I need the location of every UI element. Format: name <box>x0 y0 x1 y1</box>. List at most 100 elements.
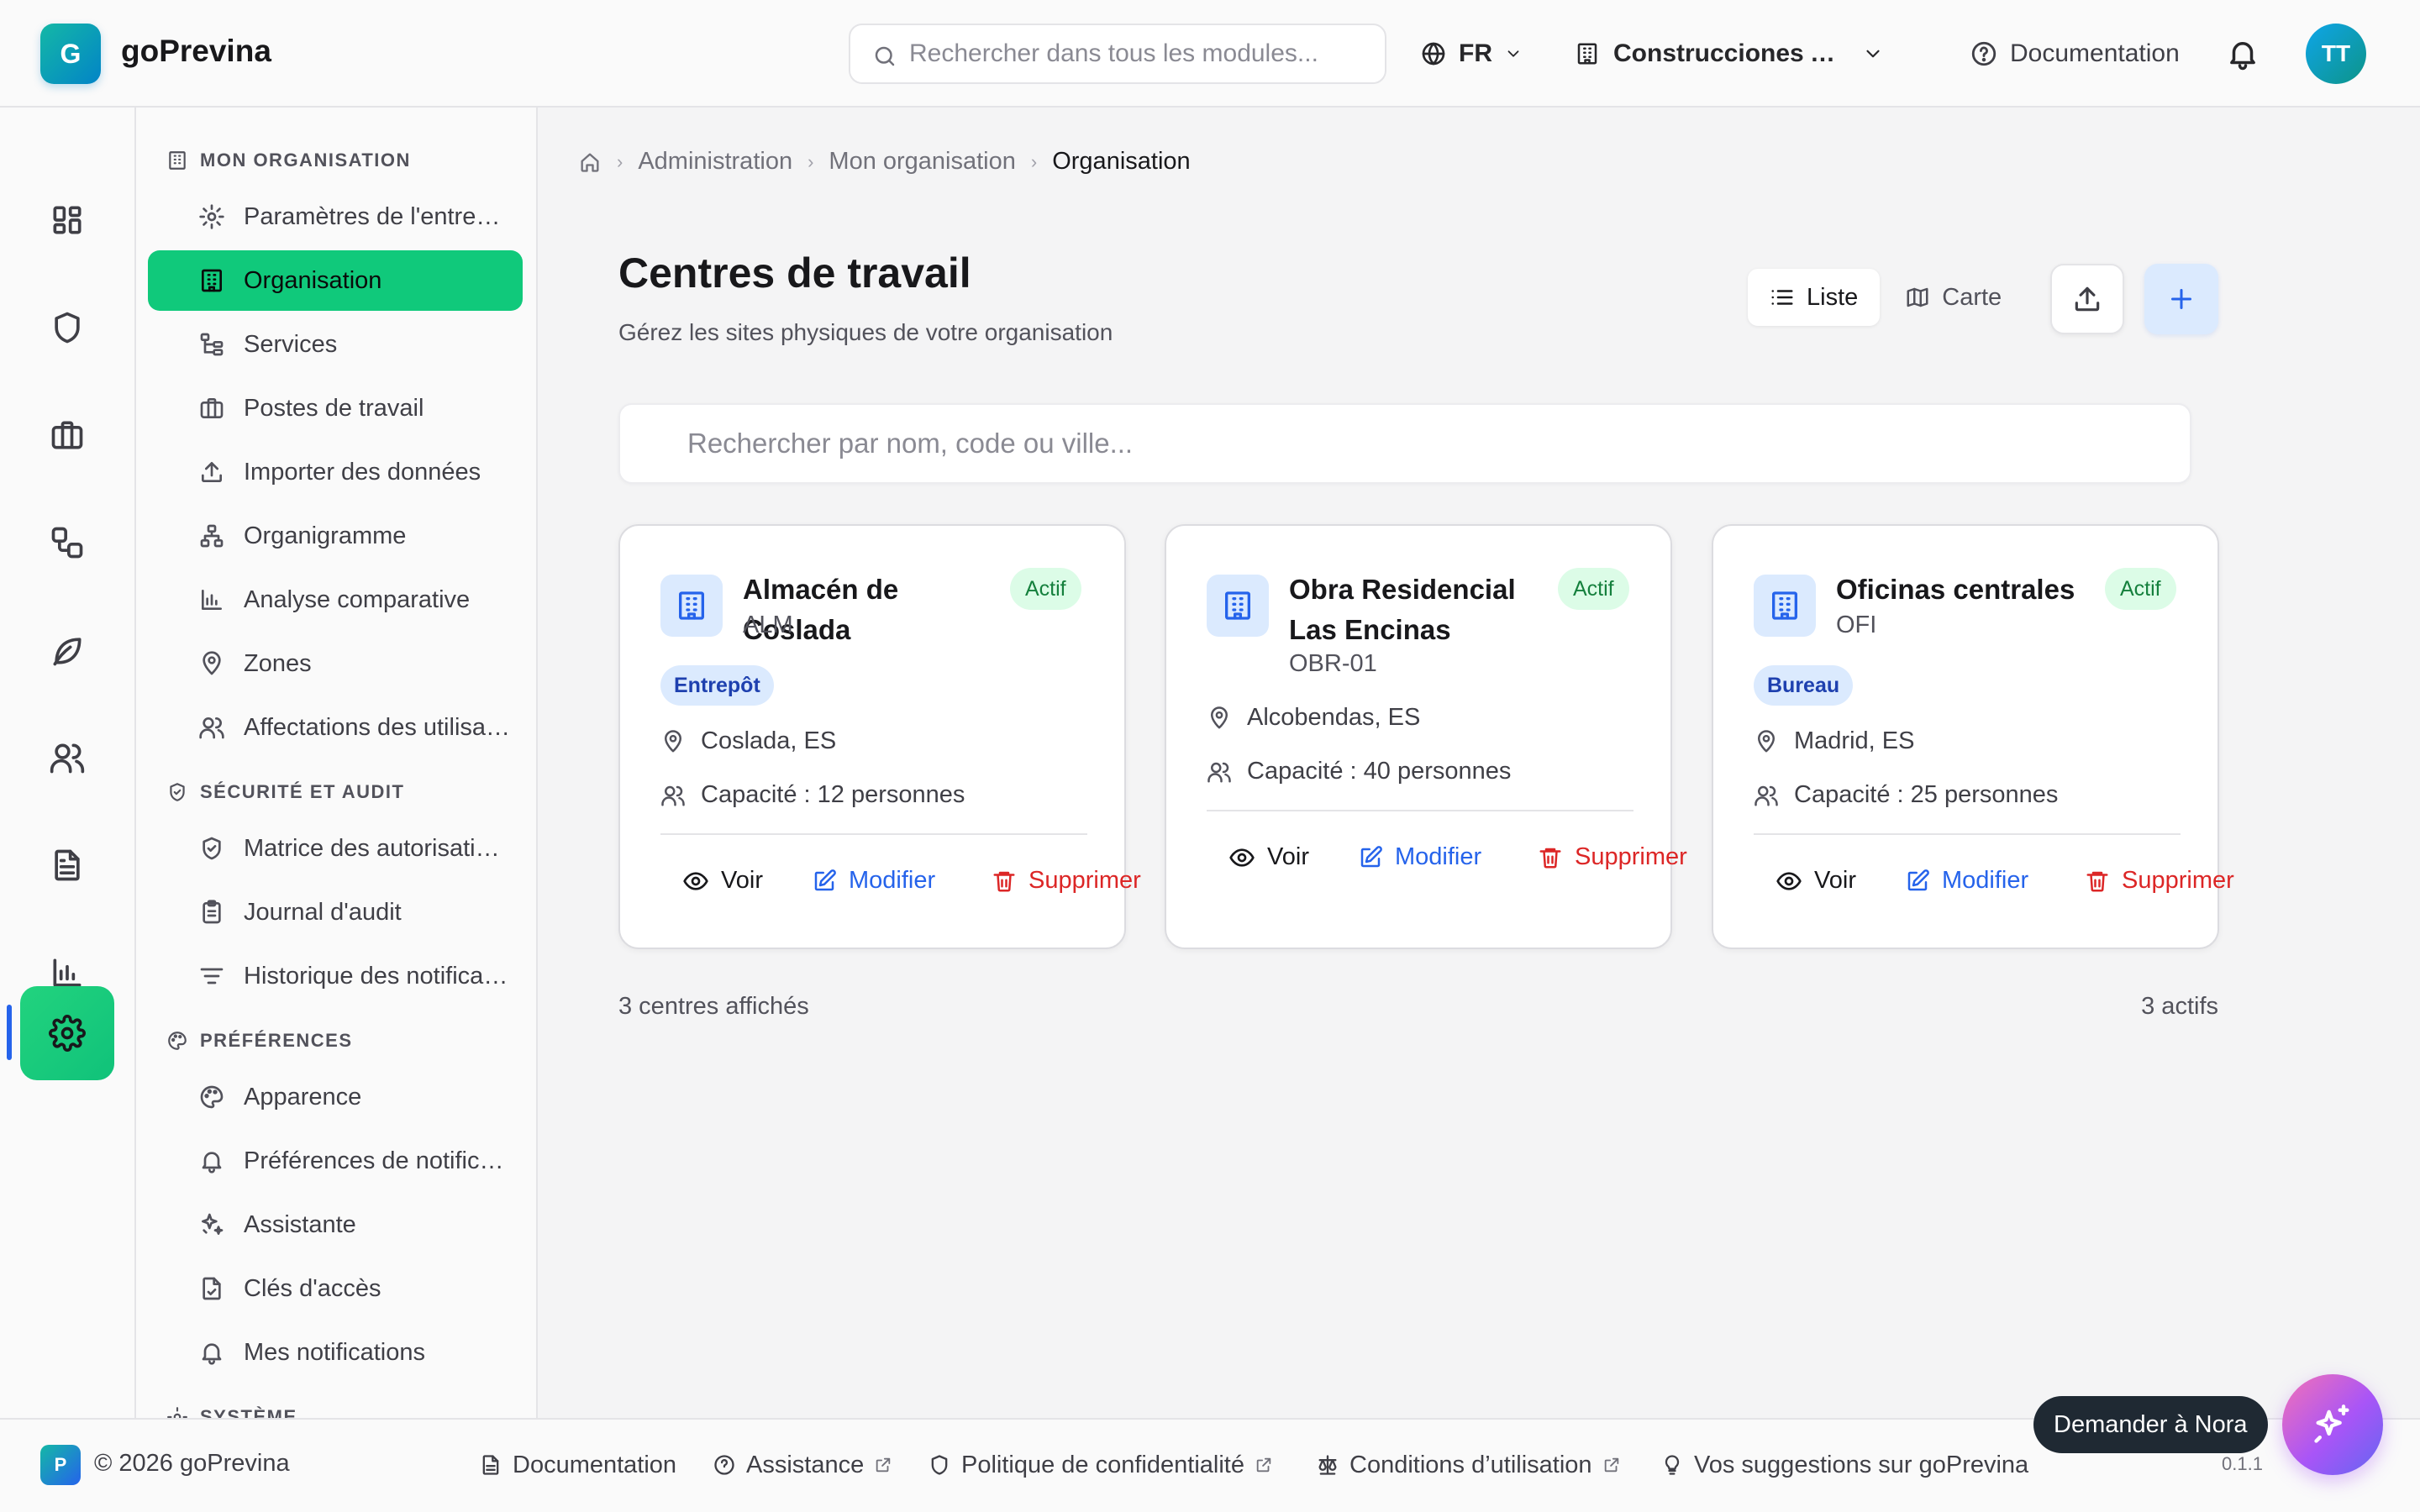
rail-active-indicator <box>7 1005 12 1060</box>
nav-item-workstations[interactable]: Postes de travail <box>148 378 523 438</box>
view-button[interactable]: Voir <box>682 867 763 895</box>
work-center-capacity: Capacité : 25 personnes <box>1754 781 2058 809</box>
chevron-down-icon <box>1866 50 1880 58</box>
file-text-icon <box>55 849 80 881</box>
assistant-button[interactable] <box>2282 1374 2383 1475</box>
rail-briefcase[interactable] <box>20 388 114 482</box>
chevron-right-icon: › <box>808 150 814 172</box>
documentation-link[interactable]: Documentation <box>1970 0 2180 108</box>
briefcase-icon <box>200 398 224 418</box>
nav-item-permission-matrix[interactable]: Matrice des autorisations <box>148 818 523 879</box>
work-center-capacity: Capacité : 40 personnes <box>1207 758 1511 785</box>
nav-group-title: Système <box>200 1406 297 1418</box>
global-search-box[interactable] <box>849 24 1386 84</box>
globe-icon <box>1422 42 1445 66</box>
work-center-card[interactable]: Almacén de Coslada ALM Actif Entrepôt Co… <box>618 524 1141 949</box>
company-switcher[interactable]: Construcciones Acme S.L. <box>1575 0 1884 108</box>
external-link-icon <box>1604 1457 1618 1473</box>
nav-item-label: Organisation <box>244 266 382 294</box>
rail-workflow[interactable] <box>20 496 114 590</box>
nav-item-zones[interactable]: Zones <box>148 633 523 694</box>
nav-item-organization[interactable]: Organisation <box>148 250 523 311</box>
nav-item-benchmark[interactable]: Analyse comparative <box>148 570 523 630</box>
edit-button[interactable]: Modifier <box>1358 843 1481 871</box>
rail-people[interactable] <box>20 711 114 805</box>
app-name[interactable]: goPrevina <box>121 34 271 69</box>
rail-dashboard[interactable] <box>20 173 114 267</box>
edit-button[interactable]: Modifier <box>1905 867 2028 895</box>
edit-button[interactable]: Modifier <box>812 867 935 895</box>
nav-item-notification-preferences[interactable]: Préférences de notification <box>148 1131 523 1191</box>
page-subtitle: Gérez les sites physiques de votre organ… <box>618 319 1113 345</box>
users-icon <box>199 717 224 739</box>
add-work-center-button[interactable] <box>2144 264 2218 334</box>
shield-icon <box>931 1455 948 1475</box>
nav-item-appearance[interactable]: Apparence <box>148 1067 523 1127</box>
work-center-name: Oficinas centrales <box>1836 574 2075 605</box>
nav-item-my-notifications[interactable]: Mes notifications <box>148 1322 523 1383</box>
footer-privacy-link[interactable]: Politique de confidentialité <box>928 1438 1273 1492</box>
footer-support-link[interactable]: Assistance <box>713 1438 892 1492</box>
home-icon[interactable] <box>578 150 602 174</box>
nav-item-org-chart[interactable]: Organigramme <box>148 506 523 566</box>
help-circle-icon <box>714 1455 734 1475</box>
building-icon <box>1577 43 1597 65</box>
rail-settings[interactable] <box>20 986 114 1080</box>
rail-documents[interactable] <box>20 818 114 912</box>
footer-link-label: Vos suggestions sur goPrevina <box>1694 1451 2029 1478</box>
app-logo[interactable]: G <box>40 24 101 84</box>
page-title: Centres de travail <box>618 249 971 297</box>
nav-item-assistant[interactable]: Assistante <box>148 1194 523 1255</box>
work-center-search-box[interactable] <box>618 403 2191 484</box>
nav-item-services[interactable]: Services <box>148 314 523 375</box>
nav-item-import-data[interactable]: Importer des données <box>148 442 523 502</box>
location-label: Coslada, ES <box>701 727 837 754</box>
work-center-card[interactable]: Obra Residencial Las Encinas OBR-01 Acti… <box>1165 524 1687 949</box>
nav-item-audit-log[interactable]: Journal d'audit <box>148 882 523 942</box>
language-label: FR <box>1459 39 1492 67</box>
app-version: 0.1.1 <box>2222 1453 2263 1474</box>
view-map-button[interactable]: Carte <box>1883 269 2023 326</box>
card-divider <box>1754 833 2181 835</box>
language-switcher[interactable]: FR <box>1420 0 1523 108</box>
footer-feedback-link[interactable]: Vos suggestions sur goPrevina <box>1660 1438 2028 1492</box>
view-button[interactable]: Voir <box>1776 867 1856 895</box>
footer-documentation-link[interactable]: Documentation <box>479 1438 676 1492</box>
delete-button[interactable]: Supprimer <box>992 867 1141 895</box>
nav-item-label: Journal d'audit <box>244 898 402 926</box>
delete-label: Supprimer <box>1028 867 1141 894</box>
gear-icon <box>199 204 224 229</box>
external-link-icon <box>876 1457 891 1473</box>
delete-button[interactable]: Supprimer <box>1538 843 1687 871</box>
rail-security[interactable] <box>20 281 114 375</box>
notifications-button[interactable] <box>2225 0 2260 108</box>
edit-label: Modifier <box>849 867 936 894</box>
footer-link-label: Politique de confidentialité <box>961 1451 1244 1478</box>
view-button[interactable]: Voir <box>1228 843 1309 871</box>
user-avatar[interactable]: TT <box>2306 24 2366 84</box>
nav-item-label: Importer des données <box>244 458 481 486</box>
nav-item-access-keys[interactable]: Clés d'accès <box>148 1258 523 1319</box>
trash-icon <box>1539 848 1561 868</box>
gear-icon <box>167 1407 187 1418</box>
global-search-input[interactable] <box>909 39 1385 68</box>
eye-icon <box>1776 871 1802 890</box>
breadcrumb-my-organization[interactable]: Mon organisation <box>829 148 1015 176</box>
external-link-icon <box>1256 1457 1271 1473</box>
delete-button[interactable]: Supprimer <box>2085 867 2234 895</box>
breadcrumb-administration[interactable]: Administration <box>638 148 792 176</box>
file-text-icon <box>482 1455 499 1475</box>
nav-item-company-settings[interactable]: Paramètres de l'entreprise <box>148 186 523 247</box>
nav-item-notification-history[interactable]: Historique des notifications <box>148 946 523 1006</box>
nav-item-user-assignments[interactable]: Affectations des utilisateurs <box>148 697 523 758</box>
nav-item-label: Affectations des utilisateurs <box>244 713 513 741</box>
work-center-card[interactable]: Oficinas centrales OFI Actif Bureau Madr… <box>1712 524 2234 949</box>
export-button[interactable] <box>2050 264 2124 334</box>
bar-chart-icon <box>202 590 222 610</box>
nav-group-system: Système <box>166 1406 297 1418</box>
users-icon <box>661 785 685 806</box>
rail-environment[interactable] <box>20 603 114 697</box>
work-center-search-input[interactable] <box>687 405 2166 482</box>
view-list-button[interactable]: Liste <box>1748 269 1881 326</box>
footer-terms-link[interactable]: Conditions d’utilisation <box>1316 1438 1621 1492</box>
